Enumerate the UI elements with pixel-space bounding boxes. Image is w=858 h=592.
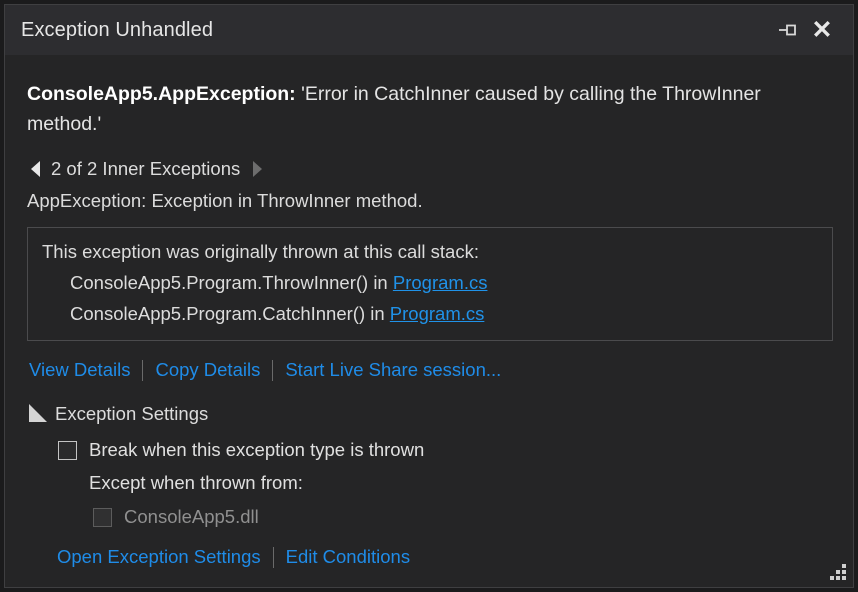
link-divider (272, 546, 274, 568)
dialog-titlebar: Exception Unhandled ✕ (5, 5, 853, 55)
inner-exception-detail: AppException: Exception in ThrowInner me… (27, 190, 423, 211)
call-stack-file-link[interactable]: Program.cs (393, 272, 488, 293)
triangle-expanded-icon (29, 404, 47, 422)
close-icon: ✕ (811, 15, 833, 44)
view-details-link[interactable]: View Details (29, 359, 130, 381)
break-on-exception-label: Break when this exception type is thrown (89, 439, 425, 460)
dialog-title: Exception Unhandled (21, 18, 214, 41)
resize-grip-icon[interactable] (824, 558, 846, 580)
call-stack-frame: ConsoleApp5.Program.CatchInner() in Prog… (42, 298, 818, 329)
next-inner-exception-button[interactable] (249, 158, 265, 180)
action-links-row: View Details Copy Details Start Live Sha… (27, 359, 831, 381)
call-stack-frame: ConsoleApp5.Program.ThrowInner() in Prog… (42, 267, 818, 298)
module-exclusion-row: ConsoleApp5.dll (27, 506, 831, 528)
call-stack-box: This exception was originally thrown at … (27, 227, 833, 341)
exception-type: ConsoleApp5.AppException: (27, 83, 296, 105)
link-divider (272, 359, 274, 381)
edit-conditions-link[interactable]: Edit Conditions (286, 546, 410, 568)
link-divider (142, 359, 144, 381)
break-on-exception-checkbox[interactable] (58, 440, 77, 460)
call-stack-title: This exception was originally thrown at … (42, 241, 479, 262)
copy-details-link[interactable]: Copy Details (155, 359, 260, 381)
open-exception-settings-link[interactable]: Open Exception Settings (57, 546, 261, 568)
call-stack-method: ConsoleApp5.Program.CatchInner() in (70, 303, 390, 324)
module-exclusion-checkbox (93, 507, 112, 527)
exception-dialog: Exception Unhandled ✕ ConsoleApp5.AppExc… (4, 4, 854, 588)
inner-exception-counter: 2 of 2 Inner Exceptions (51, 158, 241, 179)
exception-settings-header[interactable]: Exception Settings (27, 401, 831, 427)
call-stack-method: ConsoleApp5.Program.ThrowInner() in (70, 272, 393, 293)
settings-links-row: Open Exception Settings Edit Conditions (27, 546, 831, 568)
pin-button[interactable] (771, 13, 805, 47)
dialog-body: ConsoleApp5.AppException: 'Error in Catc… (5, 55, 853, 587)
close-button[interactable]: ✕ (805, 13, 839, 47)
exception-settings-section: Exception Settings Break when this excep… (27, 401, 831, 568)
inner-exception-navigator: 2 of 2 Inner Exceptions (27, 156, 831, 182)
pin-icon (779, 24, 796, 36)
exception-message: ConsoleApp5.AppException: 'Error in Catc… (27, 79, 817, 139)
call-stack-file-link[interactable]: Program.cs (390, 303, 485, 324)
except-when-thrown-label: Except when thrown from: (89, 472, 303, 493)
arrow-right-icon (252, 161, 262, 177)
start-live-share-link[interactable]: Start Live Share session... (285, 359, 501, 381)
break-on-exception-row[interactable]: Break when this exception type is thrown (27, 439, 831, 461)
arrow-left-icon (30, 161, 40, 177)
previous-inner-exception-button[interactable] (27, 158, 43, 180)
exception-settings-title: Exception Settings (55, 403, 209, 424)
module-exclusion-label: ConsoleApp5.dll (124, 506, 259, 527)
